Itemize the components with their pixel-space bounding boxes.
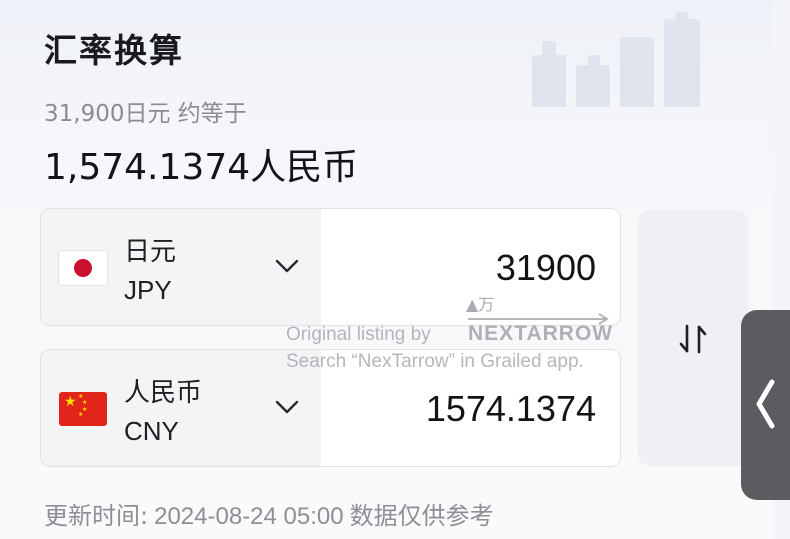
data-disclaimer: 数据仅供参考: [349, 502, 494, 530]
update-time-label: 更新时间:: [44, 502, 149, 530]
watermark-brand: NEXTARROW: [468, 322, 614, 345]
skyline-decoration: [532, 12, 742, 107]
to-amount-value: 1574.1374: [425, 388, 596, 429]
chevron-left-icon: [756, 379, 775, 429]
from-currency-code: JPY: [124, 275, 172, 305]
watermark-line2: Search “NexTarrow” in Grailed app.: [286, 351, 584, 372]
chevron-down-icon[interactable]: [274, 398, 300, 416]
japan-flag-icon: [59, 251, 107, 285]
chevron-down-icon[interactable]: [274, 257, 300, 275]
swap-vertical-icon: [679, 324, 707, 354]
update-timestamp: 2024-08-24 05:00: [154, 503, 344, 530]
to-currency-selector[interactable]: ★ ★ ★ ★ ★ 人民币 CNY: [41, 350, 321, 466]
swap-currencies-button[interactable]: [638, 210, 748, 466]
from-amount-input[interactable]: 31900: [496, 247, 596, 289]
from-currency-name: 日元: [124, 237, 177, 267]
page-title: 汇率换算: [44, 31, 184, 70]
conversion-summary-label: 31,900日元 约等于: [44, 101, 247, 127]
from-currency-row: 日元 JPY 31900: [40, 208, 621, 326]
update-info: 更新时间: 2024-08-24 05:00 数据仅供参考: [44, 496, 494, 531]
to-currency-name: 人民币: [124, 378, 203, 408]
china-flag-icon: ★ ★ ★ ★ ★: [59, 392, 107, 426]
from-currency-selector[interactable]: 日元 JPY: [41, 209, 321, 325]
watermark-line1: Original listing by: [286, 324, 431, 345]
side-drawer-tab[interactable]: [741, 310, 790, 500]
conversion-result: 1,574.1374人民币: [44, 147, 359, 188]
exchange-rate-card: 汇率换算 31,900日元 约等于 1,574.1374人民币 日元 JPY 3…: [0, 0, 772, 539]
to-currency-code: CNY: [124, 416, 179, 446]
